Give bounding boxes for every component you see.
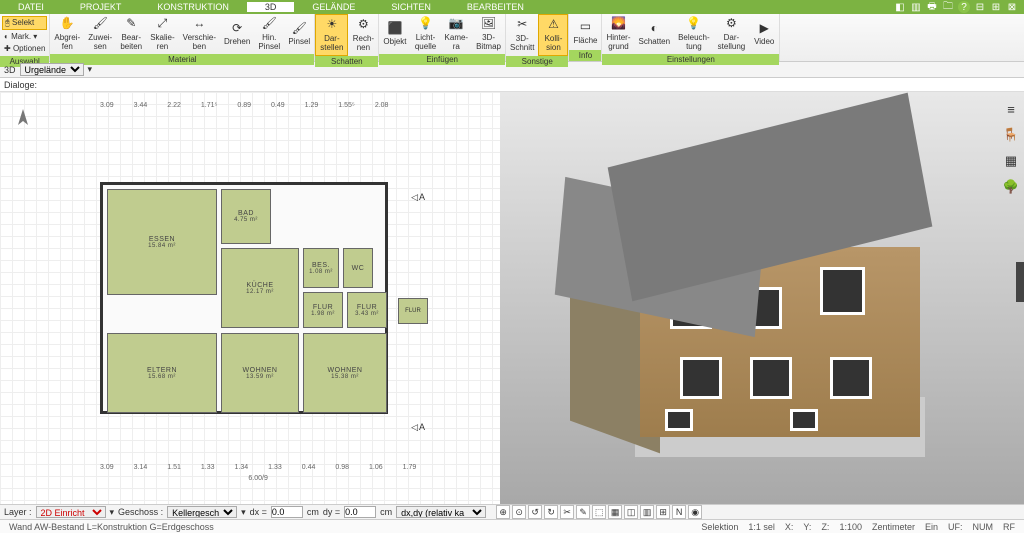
mark-button[interactable]: ◐ Mark. ▾	[2, 31, 47, 42]
menu-gelaende[interactable]: GELÄNDE	[294, 2, 373, 12]
ribbon-hinter[interactable]: 🌄Hinter-grund	[602, 14, 634, 54]
ribbon-verschie[interactable]: ↔Verschie-ben	[179, 14, 220, 54]
room-wc[interactable]: WC	[343, 248, 373, 288]
room-wohnen[interactable]: WOHNEN15.38 m²	[303, 333, 387, 413]
room-flur[interactable]: FLUR3.43 m²	[347, 292, 387, 328]
ribbon-zuwei[interactable]: 🖌Zuwei-sen	[84, 14, 116, 54]
geschoss-label: Geschoss :	[118, 507, 163, 517]
layers-icon[interactable]: ≡	[1002, 100, 1020, 118]
ribbon-dar[interactable]: ☀Dar-stellen	[315, 14, 348, 56]
room-eltern[interactable]: ELTERN15.68 m²	[107, 333, 217, 413]
bb-icon-7[interactable]: ▦	[608, 505, 622, 519]
layer-label: Layer :	[4, 507, 32, 517]
help-icon[interactable]: ?	[958, 1, 970, 13]
bb-icon-4[interactable]: ✂	[560, 505, 574, 519]
ribbon-kame[interactable]: 📷Kame-ra	[441, 14, 473, 54]
title-icon-1[interactable]: ◧	[894, 1, 906, 13]
bb-icon-3[interactable]: ↻	[544, 505, 558, 519]
ribbon: 🖰 Selekt ◐ Mark. ▾ ✚ Optionen Auswahl ✋A…	[0, 14, 1024, 62]
room-küche[interactable]: KÜCHE12.17 m²	[221, 248, 299, 328]
statusbar: Wand AW-Bestand L=Konstruktion G=Erdgesc…	[0, 519, 1024, 533]
bb-icon-2[interactable]: ↺	[528, 505, 542, 519]
selekt-button[interactable]: 🖰 Selekt	[2, 16, 47, 30]
bb-icon-1[interactable]: ⊙	[512, 505, 526, 519]
workspace: 3.093.442.221.71⁵0.890.491.291.55⁵2.08 3…	[0, 92, 1024, 504]
bb-icon-5[interactable]: ✎	[576, 505, 590, 519]
dims-bottom: 3.093.141.511.331.341.330.440.981.061.79…	[90, 464, 426, 494]
room-wohnen[interactable]: WOHNEN13.59 m²	[221, 333, 299, 413]
ribbon-d[interactable]: ✂3D-Schnitt	[506, 14, 538, 56]
ribbon-flche[interactable]: ▭Fläche	[569, 14, 601, 50]
ribbon-schatten[interactable]: ◐Schatten	[635, 14, 675, 54]
flur-ext: FLUR	[398, 298, 428, 324]
house-3d	[560, 117, 980, 487]
menu-projekt[interactable]: PROJEKT	[62, 2, 140, 12]
optionen-button[interactable]: ✚ Optionen	[2, 43, 47, 54]
dy-input[interactable]	[344, 506, 376, 518]
3d-viewport[interactable]: ≡ 🪑 ▦ 🌳	[500, 92, 1024, 504]
geschoss-sel[interactable]: Kellergesch	[167, 506, 237, 518]
ribbon-bear[interactable]: ✎Bear-beiten	[116, 14, 146, 54]
floor-plan[interactable]: ESSEN15.84 m²BAD4.75 m²KÜCHE12.17 m²BES.…	[100, 182, 388, 414]
bb-icon-6[interactable]: ⬚	[592, 505, 606, 519]
3d-label: 3D	[4, 65, 16, 75]
dialog-bar: Dialoge:	[0, 78, 1024, 92]
title-icon-2[interactable]: ▥	[910, 1, 922, 13]
title-icon-7[interactable]: ⊞	[990, 1, 1002, 13]
room-bad[interactable]: BAD4.75 m²	[221, 189, 271, 244]
menu-3d[interactable]: 3D	[247, 2, 295, 12]
bottombar: Layer : 2D Einricht▾ Geschoss : Kellerge…	[0, 504, 1024, 519]
layer-sel[interactable]: 2D Einricht	[36, 506, 106, 518]
ribbon-pinsel[interactable]: 🖌Pinsel	[284, 14, 314, 54]
section-a-top: A	[411, 192, 425, 203]
menu-bearbeiten[interactable]: BEARBEITEN	[449, 2, 542, 12]
bb-icon-8[interactable]: ◫	[624, 505, 638, 519]
menubar: DATEI PROJEKT KONSTRUKTION 3D GELÄNDE SI…	[0, 0, 1024, 14]
palette-icon[interactable]: ▦	[1002, 152, 1020, 170]
menu-datei[interactable]: DATEI	[0, 2, 62, 12]
menu-konstruktion[interactable]: KONSTRUKTION	[139, 2, 247, 12]
status-left: Wand AW-Bestand L=Konstruktion G=Erdgesc…	[9, 522, 214, 532]
dx-input[interactable]	[271, 506, 303, 518]
bb-icon-9[interactable]: ▥	[640, 505, 654, 519]
panel-handle[interactable]	[1016, 262, 1024, 302]
room-essen[interactable]: ESSEN15.84 m²	[107, 189, 217, 295]
side-toolbar: ≡ 🪑 ▦ 🌳	[1002, 100, 1020, 196]
furniture-icon[interactable]: 🪑	[1002, 126, 1020, 144]
2d-viewport[interactable]: 3.093.442.221.71⁵0.890.491.291.55⁵2.08 3…	[0, 92, 500, 504]
title-icon-8[interactable]: ⊠	[1006, 1, 1018, 13]
dropdown-icon[interactable]: ▾	[88, 64, 93, 75]
bb-icon-12[interactable]: ◉	[688, 505, 702, 519]
compass-icon	[8, 107, 38, 137]
bb-icon-10[interactable]: ⊞	[656, 505, 670, 519]
mode-sel[interactable]: dx,dy (relativ ka	[396, 506, 486, 518]
menu-sichten[interactable]: SICHTEN	[373, 2, 449, 12]
ribbon-beleuch[interactable]: 💡Beleuch-tung	[674, 14, 714, 54]
ribbon-kolli[interactable]: ⚠Kolli-sion	[538, 14, 568, 56]
title-icon-4[interactable]: 🗀	[942, 1, 954, 13]
ribbon-video[interactable]: ▶Video	[749, 14, 779, 54]
ribbon-dar[interactable]: ⚙Dar-stellung	[714, 14, 750, 54]
ribbon-rech[interactable]: ⚙Rech-nen	[348, 14, 378, 56]
bb-icon-0[interactable]: ⊕	[496, 505, 510, 519]
bb-icon-11[interactable]: N	[672, 505, 686, 519]
title-icon-3[interactable]: 🖶	[926, 1, 938, 13]
ribbon-d[interactable]: 🖼3D-Bitmap	[472, 14, 505, 54]
layer-select[interactable]: Urgelände	[20, 63, 84, 76]
title-icon-6[interactable]: ⊟	[974, 1, 986, 13]
tree-icon[interactable]: 🌳	[1002, 178, 1020, 196]
section-a-bottom: A	[411, 422, 425, 433]
ribbon-objekt[interactable]: ⬛Objekt	[379, 14, 410, 54]
ribbon-hin[interactable]: 🖌Hin.Pinsel	[254, 14, 284, 54]
ribbon-drehen[interactable]: ⟳Drehen	[220, 14, 254, 54]
ribbon-licht[interactable]: 💡Licht-quelle	[411, 14, 441, 54]
dims-top: 3.093.442.221.71⁵0.890.491.291.55⁵2.08	[90, 102, 398, 132]
ribbon-abgrei[interactable]: ✋Abgrei-fen	[50, 14, 84, 54]
ribbon-skalie[interactable]: ⤢Skalie-ren	[146, 14, 178, 54]
room-flur[interactable]: FLUR1.98 m²	[303, 292, 343, 328]
room-bes.[interactable]: BES.1.08 m²	[303, 248, 339, 288]
